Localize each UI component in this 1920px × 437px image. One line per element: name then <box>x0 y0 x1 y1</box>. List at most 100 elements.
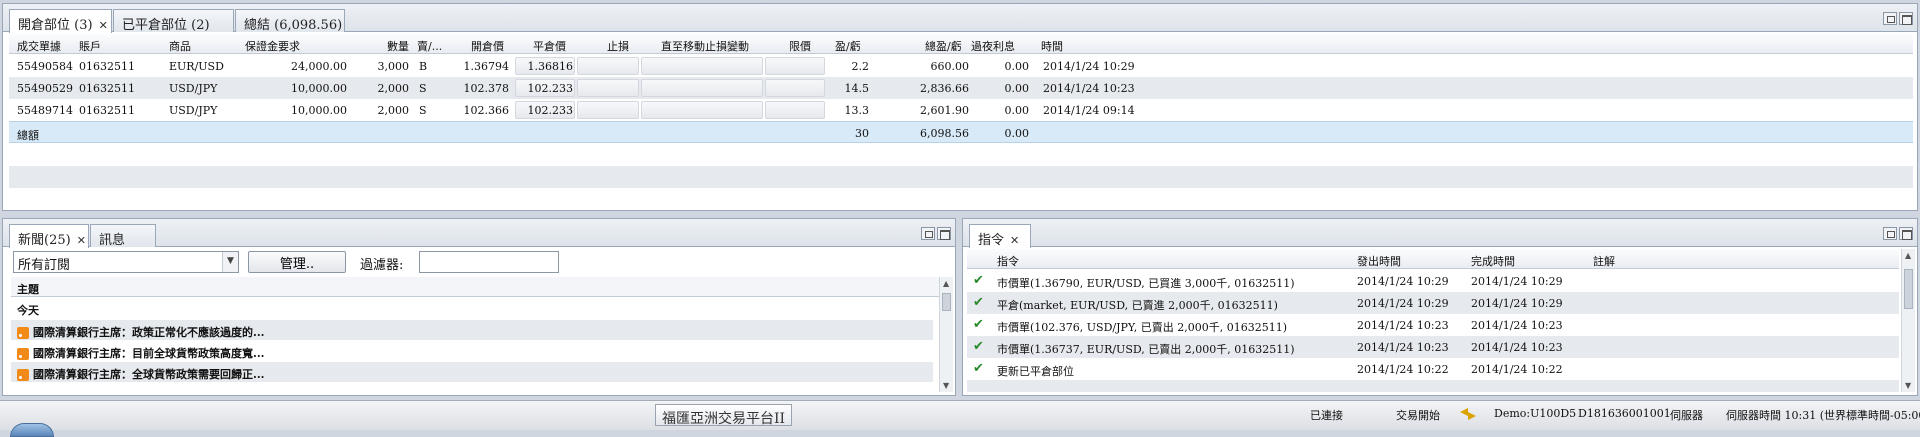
stop-cell[interactable] <box>577 101 639 119</box>
col-header[interactable]: 時間 <box>1041 38 1063 54</box>
news-item[interactable]: 國際清算銀行主席：政策正常化不應該過度的... <box>11 320 933 340</box>
col-header[interactable]: 開倉價 <box>471 38 504 54</box>
order-text: 市價單(102.376, USD/JPY, 已賣出 2,000千, 016325… <box>997 321 1288 334</box>
col-header[interactable]: 賣/... <box>417 38 442 54</box>
close-icon[interactable]: ✕ <box>77 234 86 247</box>
limit-cell[interactable] <box>765 57 825 75</box>
position-row[interactable]: 55490529 01632511 USD/JPY 10,000.00 2,00… <box>9 77 1913 99</box>
tab-open-positions[interactable]: 開倉部位 (3) ✕ <box>9 9 112 33</box>
empty-row <box>9 188 1913 208</box>
limit-cell[interactable] <box>765 101 825 119</box>
col-header[interactable]: 指令 <box>997 253 1019 269</box>
news-title: 國際清算銀行主席：全球貨幣政策需要回歸正... <box>33 368 265 381</box>
news-scrollbar[interactable]: ▲ ▼ <box>939 277 953 392</box>
position-row[interactable]: 55489714 01632511 USD/JPY 10,000.00 2,00… <box>9 99 1913 121</box>
col-header[interactable]: 商品 <box>169 38 191 54</box>
trailing-stop-cell[interactable] <box>641 79 763 97</box>
col-header[interactable]: 總盈/虧 <box>925 38 962 54</box>
stop-cell[interactable] <box>577 79 639 97</box>
manage-button[interactable]: 管理.. <box>248 251 346 273</box>
order-row[interactable]: ✔ 市價單(102.376, USD/JPY, 已賣出 2,000千, 0163… <box>967 314 1899 336</box>
position-row[interactable]: 55490584 01632511 EUR/USD 24,000.00 3,00… <box>9 55 1913 77</box>
total-pl: 6,098.56 <box>920 127 969 140</box>
col-header[interactable]: 賬戶 <box>79 38 101 54</box>
col-header[interactable]: 平倉價 <box>533 38 566 54</box>
col-header[interactable]: 止損 <box>607 38 629 54</box>
col-header[interactable]: 數量 <box>387 38 409 54</box>
panel-window-buttons <box>1881 227 1913 241</box>
check-icon: ✔ <box>973 361 984 376</box>
orders-header: 指令 發出時間 完成時間 註解 <box>967 249 1899 269</box>
close-price: 1.36816 <box>527 60 574 73</box>
col-header[interactable]: 主題 <box>17 281 39 297</box>
restore-icon[interactable] <box>1883 227 1897 240</box>
col-header[interactable]: 盈/虧 <box>835 38 861 54</box>
maximize-icon[interactable] <box>1899 227 1913 240</box>
news-title: 國際清算銀行主席：目前全球貨幣政策高度寬... <box>33 347 265 360</box>
stop-cell[interactable] <box>577 57 639 75</box>
tab-label: 開倉部位 (3) <box>18 18 93 33</box>
scroll-thumb[interactable] <box>942 293 951 311</box>
check-icon: ✔ <box>973 273 984 288</box>
col-header[interactable]: 成交單據 <box>17 38 61 54</box>
panel-window-buttons <box>919 227 951 241</box>
order-text: 市價單(1.36737, EUR/USD, 已賣出 2,000千, 016325… <box>997 343 1295 356</box>
tab-news[interactable]: 新聞(25) ✕ <box>9 224 89 248</box>
scroll-thumb[interactable] <box>1904 269 1913 309</box>
news-subject-header: 主題 <box>11 277 939 297</box>
scroll-down-icon[interactable]: ▼ <box>943 381 949 390</box>
col-header[interactable]: 完成時間 <box>1471 253 1515 269</box>
total-label: 總額 <box>17 129 39 142</box>
filter-input[interactable] <box>419 251 559 273</box>
news-panel: 新聞(25) ✕ 訊息 所有訂閱 ▼ 管理.. 過濾器: 主題 今天 國際清算銀行… <box>2 218 956 396</box>
scroll-up-icon[interactable]: ▲ <box>943 279 949 288</box>
scroll-down-icon[interactable]: ▼ <box>1905 381 1911 390</box>
col-header[interactable]: 限價 <box>789 38 811 54</box>
start-orb-icon[interactable] <box>10 423 54 437</box>
close-icon[interactable]: ✕ <box>1010 234 1019 247</box>
subscription-select[interactable]: 所有訂閱 ▼ <box>13 251 239 273</box>
order-sent-time: 2014/1/24 10:22 <box>1357 363 1449 376</box>
tab-closed-positions[interactable]: 已平倉部位 (2) <box>113 9 234 33</box>
quantity: 3,000 <box>377 60 410 73</box>
col-header[interactable]: 直至移動止損變動 <box>661 38 749 54</box>
maximize-icon[interactable] <box>1899 12 1913 25</box>
close-price: 102.233 <box>527 104 574 117</box>
order-row[interactable]: ✔ 市價單(1.36790, EUR/USD, 已買進 3,000千, 0163… <box>967 270 1899 292</box>
tab-orders[interactable]: 指令 ✕ <box>969 224 1031 248</box>
col-header[interactable]: 保證金要求 <box>245 38 300 54</box>
col-header[interactable]: 發出時間 <box>1357 253 1401 269</box>
order-row[interactable]: ✔ 市價單(1.36737, EUR/USD, 已賣出 2,000千, 0163… <box>967 336 1899 358</box>
tab-messages[interactable]: 訊息 <box>90 224 156 248</box>
open-time: 2014/1/24 09:14 <box>1043 104 1135 117</box>
tab-label: 訊息 <box>99 233 126 248</box>
orders-panel: 指令 ✕ 指令 發出時間 完成時間 註解 ✔ 市價單(1.36790, EUR/U… <box>962 218 1918 396</box>
restore-icon[interactable] <box>921 227 935 240</box>
close-icon[interactable]: ✕ <box>99 19 108 32</box>
scroll-up-icon[interactable]: ▲ <box>1905 251 1911 260</box>
symbol: EUR/USD <box>169 60 224 73</box>
limit-cell[interactable] <box>765 79 825 97</box>
news-item[interactable]: 國際清算銀行主席：目前全球貨幣政策高度寬... <box>11 341 933 361</box>
order-row[interactable]: ✔ 平倉(market, EUR/USD, 已賣進 2,000千, 016325… <box>967 292 1899 314</box>
restore-icon[interactable] <box>1883 12 1897 25</box>
maximize-icon[interactable] <box>937 227 951 240</box>
margin: 10,000.00 <box>291 104 347 117</box>
order-text: 更新已平倉部位 <box>997 365 1074 378</box>
chevron-down-icon[interactable]: ▼ <box>222 252 238 272</box>
app-title: 福匯亞洲交易平台II <box>662 411 786 427</box>
empty-row <box>9 166 1913 188</box>
col-header[interactable]: 過夜利息 <box>971 38 1015 54</box>
order-row[interactable]: ✔ 更新已平倉部位 2014/1/24 10:22 2014/1/24 10:2… <box>967 358 1899 380</box>
check-icon: ✔ <box>973 317 984 332</box>
orders-scrollbar[interactable]: ▲ ▼ <box>1901 249 1915 392</box>
trailing-stop-cell[interactable] <box>641 57 763 75</box>
news-item[interactable]: 國際清算銀行主席：全球貨幣政策需要回歸正... <box>11 362 933 382</box>
trailing-stop-cell[interactable] <box>641 101 763 119</box>
side: B <box>419 60 428 73</box>
tab-summary[interactable]: 總結 (6,098.56) <box>235 9 345 33</box>
open-time: 2014/1/24 10:29 <box>1043 60 1135 73</box>
check-icon: ✔ <box>973 339 984 354</box>
col-header[interactable]: 註解 <box>1593 253 1615 269</box>
group-today-label: 今天 <box>17 304 39 317</box>
